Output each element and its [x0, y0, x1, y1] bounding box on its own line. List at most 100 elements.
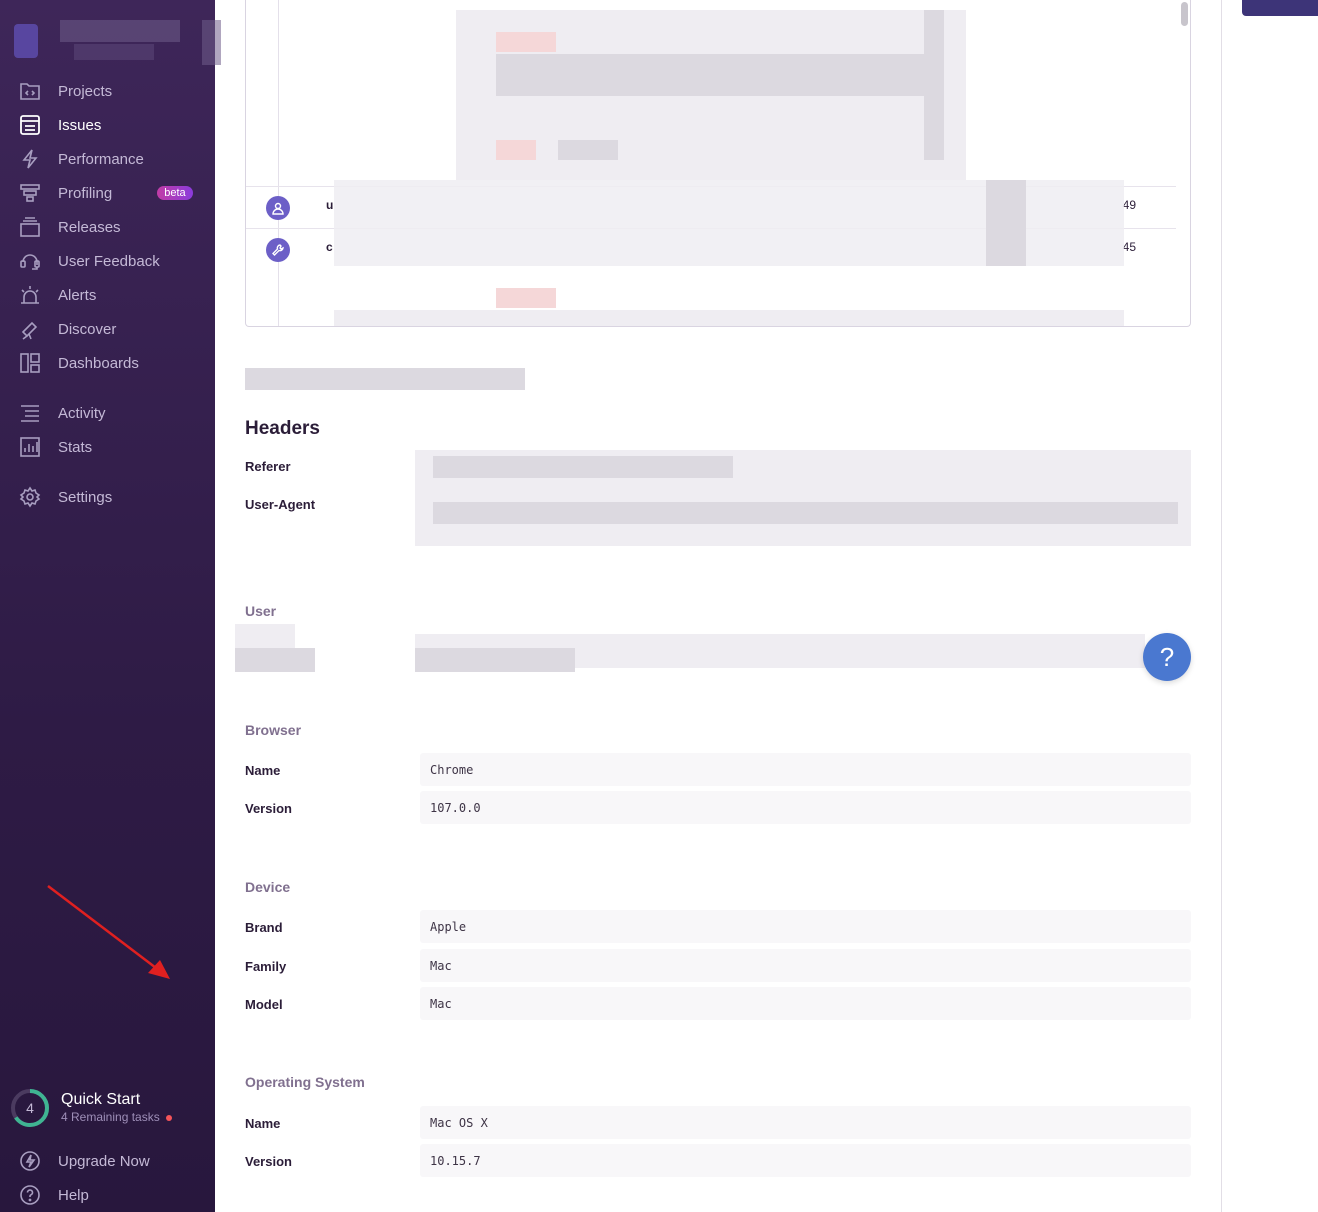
sidebar-item-stats[interactable]: Stats [18, 434, 208, 460]
sidebar-item-projects[interactable]: Projects [18, 78, 208, 104]
sidebar-item-profiling[interactable]: Profiling beta [18, 180, 208, 206]
sidebar-item-label: Performance [58, 150, 144, 168]
redacted-block [924, 10, 944, 160]
sidebar-item-help[interactable]: Help [18, 1182, 208, 1208]
sidebar-item-dashboards[interactable]: Dashboards [18, 350, 208, 376]
sidebar: Projects Issues Performance Profiling be… [0, 0, 221, 1212]
redacted-key [235, 624, 295, 648]
sidebar-item-label: Help [58, 1186, 89, 1204]
sidebar-item-settings[interactable]: Settings [18, 484, 208, 510]
org-switcher[interactable] [14, 16, 221, 66]
sidebar-item-label: Alerts [58, 286, 97, 304]
redacted-block [496, 54, 941, 96]
sidebar-item-performance[interactable]: Performance [18, 146, 208, 172]
browser-key-version: Version [245, 801, 292, 816]
device-section-title: Device [245, 879, 291, 895]
alerts-icon [18, 283, 42, 307]
browser-value-name: Chrome [420, 753, 1191, 786]
user-icon [266, 196, 290, 220]
sidebar-item-upgrade[interactable]: Upgrade Now [18, 1148, 208, 1174]
os-key-version: Version [245, 1154, 292, 1169]
sidebar-item-label: Activity [58, 404, 106, 422]
browser-value-version: 107.0.0 [420, 791, 1191, 824]
breadcrumb-time: 49 [1122, 198, 1136, 212]
sidebar-item-label: Discover [58, 320, 117, 338]
stats-icon [18, 435, 42, 459]
device-key-model: Model [245, 997, 283, 1012]
beta-badge: beta [157, 186, 193, 200]
redacted-key [235, 648, 315, 672]
redacted-block [496, 32, 556, 52]
device-value-family: Mac [420, 949, 1191, 982]
redacted-block [334, 310, 1124, 326]
notification-dot [165, 1114, 172, 1121]
redacted-block [496, 288, 556, 308]
browser-key-name: Name [245, 763, 281, 778]
quick-start[interactable]: 4 Quick Start 4 Remaining tasks [10, 1088, 210, 1128]
help-icon [18, 1183, 42, 1207]
releases-icon [18, 215, 42, 239]
sidebar-item-alerts[interactable]: Alerts [18, 282, 208, 308]
quick-start-remaining: 4 Remaining tasks [61, 1110, 160, 1124]
breadcrumb-time: 45 [1122, 240, 1136, 254]
redacted-value [415, 648, 575, 672]
sidebar-item-label: User Feedback [58, 252, 160, 270]
os-value-version: 10.15.7 [420, 1144, 1191, 1177]
projects-icon [18, 79, 42, 103]
device-value-brand: Apple [420, 910, 1191, 943]
device-value-model: Mac [420, 987, 1191, 1020]
right-sidebar [1221, 0, 1318, 1212]
device-key-family: Family [245, 959, 287, 974]
sidebar-item-label: Upgrade Now [58, 1152, 150, 1170]
sidebar-item-activity[interactable]: Activity [18, 400, 208, 426]
sidebar-item-issues[interactable]: Issues [18, 112, 208, 138]
activity-icon [18, 401, 42, 425]
issues-icon [18, 113, 42, 137]
sidebar-item-user-feedback[interactable]: User Feedback [18, 248, 208, 274]
sidebar-item-label: Profiling [58, 184, 113, 202]
os-key-name: Name [245, 1116, 281, 1131]
scrollbar[interactable] [1181, 2, 1188, 26]
breadcrumb-category: c [326, 240, 333, 254]
quick-start-progress-ring: 4 [11, 1089, 49, 1127]
quick-start-subtitle: 4 Remaining tasks [61, 1110, 172, 1124]
header-key-referer: Referer [245, 459, 291, 474]
discover-icon [18, 317, 42, 341]
sidebar-item-label: Settings [58, 488, 113, 506]
sidebar-item-label: Projects [58, 82, 113, 100]
breadcrumbs-panel[interactable]: u 49 c 45 [245, 0, 1191, 327]
redacted-block [496, 140, 536, 160]
help-button[interactable]: ? [1143, 633, 1191, 681]
sidebar-item-discover[interactable]: Discover [18, 316, 208, 342]
wrench-icon [266, 238, 290, 262]
redacted-value [433, 502, 1178, 524]
browser-section-title: Browser [245, 722, 302, 738]
sidebar-item-label: Issues [58, 116, 102, 134]
performance-icon [18, 147, 42, 171]
sidebar-item-label: Releases [58, 218, 121, 236]
sidebar-item-label: Stats [58, 438, 93, 456]
action-button[interactable] [1242, 0, 1318, 16]
headers-title: Headers [245, 418, 320, 439]
os-value-name: Mac OS X [420, 1106, 1191, 1139]
annotation-arrow-icon [47, 885, 170, 979]
device-key-brand: Brand [245, 920, 283, 935]
profiling-icon [18, 181, 42, 205]
settings-icon [18, 485, 42, 509]
dashboards-icon [18, 351, 42, 375]
os-section-title: Operating System [245, 1074, 365, 1090]
redacted-block [986, 180, 1026, 266]
redacted-block [558, 140, 618, 160]
user-feedback-icon [18, 249, 42, 273]
breadcrumb-category: u [326, 198, 334, 212]
user-section-title: User [245, 603, 277, 619]
quick-start-title: Quick Start [61, 1091, 141, 1108]
sidebar-item-label: Dashboards [58, 354, 139, 372]
quick-start-count: 4 [26, 1100, 34, 1116]
timeline-line [278, 0, 279, 326]
header-key-user-agent: User-Agent [245, 497, 316, 512]
event-details: u 49 c 45 Headers Referer User-Agent Use… [215, 0, 1221, 1212]
upgrade-icon [18, 1149, 42, 1173]
redacted-value [433, 456, 733, 478]
sidebar-item-releases[interactable]: Releases [18, 214, 208, 240]
